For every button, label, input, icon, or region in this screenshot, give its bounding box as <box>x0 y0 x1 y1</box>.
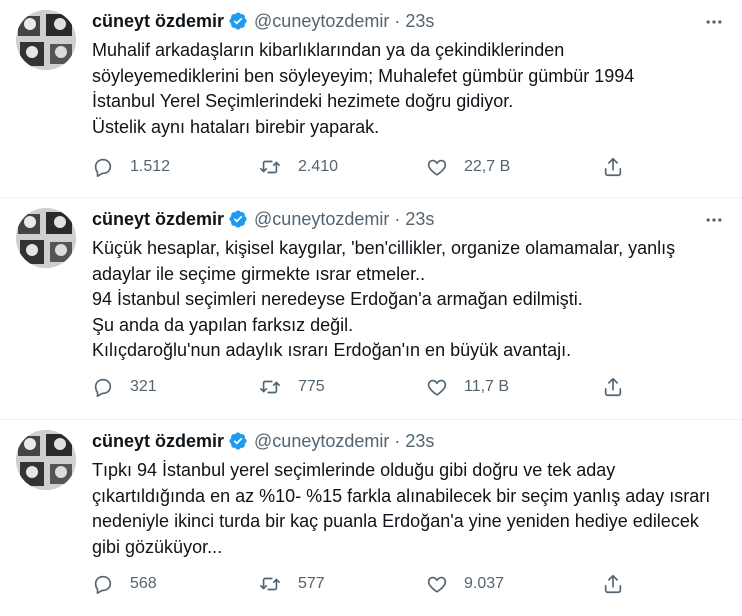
tweet-text: Küçük hesaplar, kişisel kaygılar, 'ben'c… <box>92 236 722 364</box>
tweet[interactable]: cüneyt özdemir @cuneytozdemir · 23s Küçü… <box>0 198 742 420</box>
tweet-text-line: Küçük hesaplar, kişisel kaygılar, 'ben'c… <box>92 238 676 258</box>
reply-button[interactable]: 321 <box>92 375 157 399</box>
retweet-button[interactable]: 775 <box>258 375 325 399</box>
reply-count: 568 <box>130 575 157 592</box>
tweet-text-line: Tıpkı 94 İstanbul yerel seçimlerinde old… <box>92 460 616 480</box>
more-options-icon[interactable] <box>702 210 726 230</box>
share-icon <box>604 574 622 594</box>
retweet-icon <box>260 380 280 394</box>
tweet-text-line: Şu anda da yapılan farksız değil. <box>92 314 354 335</box>
tweet[interactable]: cüneyt özdemir @cuneytozdemir · 23s Muha… <box>0 0 742 198</box>
author-handle[interactable]: @cuneytozdemir <box>254 209 389 230</box>
reply-button[interactable]: 1.512 <box>92 155 170 179</box>
retweet-button[interactable]: 577 <box>258 572 325 596</box>
tweet-text-line: Üstelik aynı hataları birebir yaparak. <box>92 116 380 137</box>
tweet-header: cüneyt özdemir @cuneytozdemir · 23s <box>92 10 434 32</box>
separator-dot: · <box>394 208 401 229</box>
retweet-count: 2.410 <box>298 158 339 175</box>
like-button[interactable]: 9.037 <box>426 572 504 596</box>
separator-dot: · <box>394 10 401 31</box>
share-button[interactable] <box>602 375 624 399</box>
reply-count: 321 <box>130 378 157 395</box>
reply-icon <box>94 378 112 397</box>
tweet-actions: 1.512 2.410 22,7 B <box>92 155 632 179</box>
retweet-count: 775 <box>298 378 325 395</box>
share-button[interactable] <box>602 572 624 596</box>
like-icon <box>427 576 447 593</box>
tweet-header: cüneyt özdemir @cuneytozdemir · 23s <box>92 430 434 452</box>
tweet[interactable]: cüneyt özdemir @cuneytozdemir · 23s Tıpk… <box>0 420 742 616</box>
retweet-button[interactable]: 2.410 <box>258 155 338 179</box>
tweet-text-line: 94 İstanbul seçimleri neredeyse Erdoğan'… <box>92 289 583 309</box>
timestamp[interactable]: 23s <box>405 11 434 32</box>
share-icon <box>604 157 622 177</box>
like-count: 11,7 B <box>464 378 510 395</box>
tweet-actions: 568 577 9.037 <box>92 572 632 596</box>
timestamp[interactable]: 23s <box>405 209 434 230</box>
like-count: 9.037 <box>464 575 505 592</box>
avatar[interactable] <box>16 430 76 490</box>
tweet-text-line: nedeniyle ikinci turda bir kaç puanla Er… <box>92 511 699 531</box>
reply-icon <box>94 158 112 177</box>
tweet-text-line: gibi gözüküyor... <box>92 536 223 557</box>
like-button[interactable]: 22,7 B <box>426 155 510 179</box>
like-icon <box>427 379 447 396</box>
author-handle[interactable]: @cuneytozdemir <box>254 11 389 32</box>
retweet-icon <box>260 160 280 174</box>
tweet-text-line: Muhalif arkadaşların kibarlıklarından ya… <box>92 40 565 60</box>
author-name[interactable]: cüneyt özdemir <box>92 431 224 452</box>
verified-badge-icon <box>228 11 248 31</box>
author-name[interactable]: cüneyt özdemir <box>92 11 224 32</box>
author-name[interactable]: cüneyt özdemir <box>92 209 224 230</box>
timestamp[interactable]: 23s <box>405 431 434 452</box>
avatar[interactable] <box>16 10 76 70</box>
author-handle[interactable]: @cuneytozdemir <box>254 431 389 452</box>
avatar[interactable] <box>16 208 76 268</box>
retweet-count: 577 <box>298 575 325 592</box>
verified-badge-icon <box>228 209 248 229</box>
tweet-text-line: çıkartıldığında en az %10- %15 farkla al… <box>92 485 711 506</box>
like-button[interactable]: 11,7 B <box>426 375 509 399</box>
share-button[interactable] <box>602 155 624 179</box>
tweet-text-line: Kılıçdaroğlu'nun adaylık ısrarı Erdoğan'… <box>92 340 572 360</box>
reply-icon <box>94 575 112 594</box>
share-icon <box>604 377 622 397</box>
retweet-icon <box>260 577 280 591</box>
tweet-text: Tıpkı 94 İstanbul yerel seçimlerinde old… <box>92 458 722 560</box>
tweet-text-line: söyleyemediklerini ben söyleyeyim; Muhal… <box>92 65 635 86</box>
tweet-text-line: adaylar ile seçime girmekte ısrar etmele… <box>92 263 426 284</box>
tweet-text: Muhalif arkadaşların kibarlıklarından ya… <box>92 38 722 140</box>
like-icon <box>427 159 447 176</box>
verified-badge-icon <box>228 431 248 451</box>
reply-count: 1.512 <box>130 158 171 175</box>
tweet-text-line: İstanbul Yerel Seçimlerindeki hezimete d… <box>92 91 514 111</box>
separator-dot: · <box>394 430 401 451</box>
tweet-actions: 321 775 11,7 B <box>92 375 632 399</box>
more-options-icon[interactable] <box>702 12 726 32</box>
reply-button[interactable]: 568 <box>92 572 157 596</box>
like-count: 22,7 B <box>464 158 511 175</box>
tweet-header: cüneyt özdemir @cuneytozdemir · 23s <box>92 208 434 230</box>
